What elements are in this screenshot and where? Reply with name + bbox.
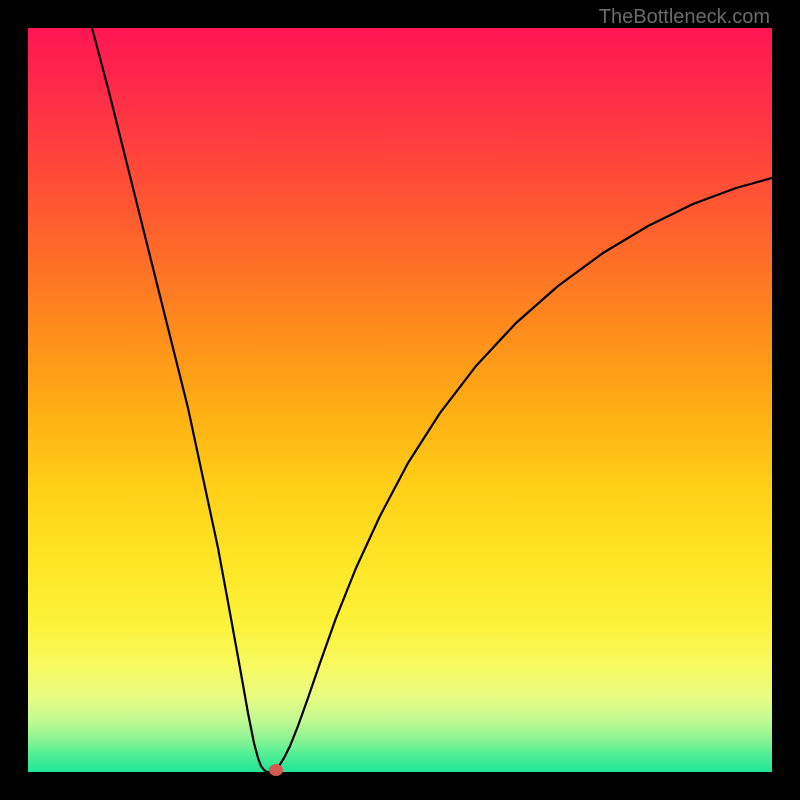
chart-frame: TheBottleneck.com [0, 0, 800, 800]
bottleneck-curve-line [92, 28, 772, 772]
optimum-marker [269, 764, 283, 776]
bottleneck-curve-svg [28, 28, 772, 772]
watermark-text: TheBottleneck.com [599, 6, 770, 29]
